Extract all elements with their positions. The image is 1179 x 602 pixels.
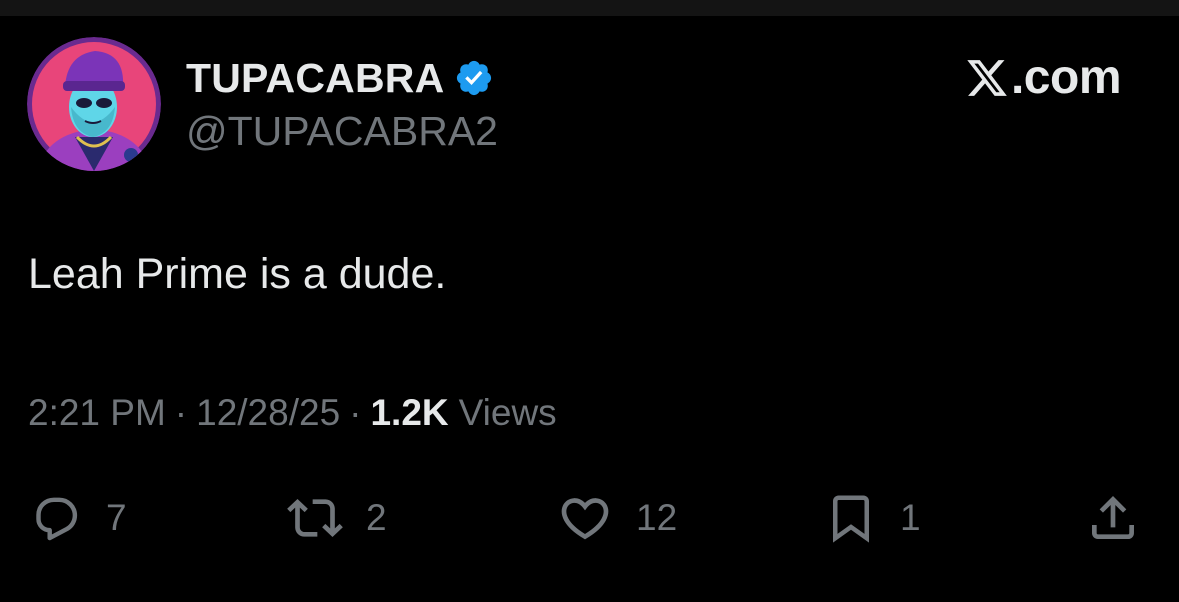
reply-icon <box>28 490 84 546</box>
brand-watermark: .com <box>965 50 1122 105</box>
meta-separator: · <box>349 392 362 433</box>
author-name-row[interactable]: TUPACABRA <box>186 52 494 104</box>
tweet-date[interactable]: 12/28/25 <box>196 392 340 434</box>
tweet-time[interactable]: 2:21 PM <box>28 392 166 434</box>
bookmark-button[interactable]: 1 <box>824 488 921 548</box>
author-handle[interactable]: @TUPACABRA2 <box>186 108 498 155</box>
meta-separator: · <box>174 392 188 433</box>
heart-icon <box>556 490 614 546</box>
reply-button[interactable]: 7 <box>28 488 127 548</box>
tweet-text: Leah Prime is a dude. <box>28 250 447 298</box>
reply-count: 7 <box>106 497 127 538</box>
avatar[interactable] <box>27 37 161 171</box>
verified-badge-icon <box>454 58 494 98</box>
x-logo-icon <box>965 56 1009 100</box>
bookmark-count: 1 <box>900 497 921 538</box>
repost-count: 2 <box>366 497 387 538</box>
views-count: 1.2K <box>370 392 449 433</box>
tweet-meta: 2:21 PM · 12/28/25 · 1.2K Views <box>28 392 557 434</box>
like-count: 12 <box>636 497 678 538</box>
repost-button[interactable]: 2 <box>286 488 387 548</box>
brand-label: .com <box>1010 51 1122 104</box>
top-bar <box>0 0 1179 16</box>
views-label: Views <box>458 392 557 433</box>
share-button[interactable] <box>1085 488 1141 548</box>
like-button[interactable]: 12 <box>556 488 677 548</box>
action-bar: 7 2 12 1 <box>0 488 1179 548</box>
author-display-name[interactable]: TUPACABRA <box>186 55 444 102</box>
repost-icon <box>286 490 344 546</box>
bookmark-icon <box>824 488 878 548</box>
share-icon <box>1085 489 1141 547</box>
